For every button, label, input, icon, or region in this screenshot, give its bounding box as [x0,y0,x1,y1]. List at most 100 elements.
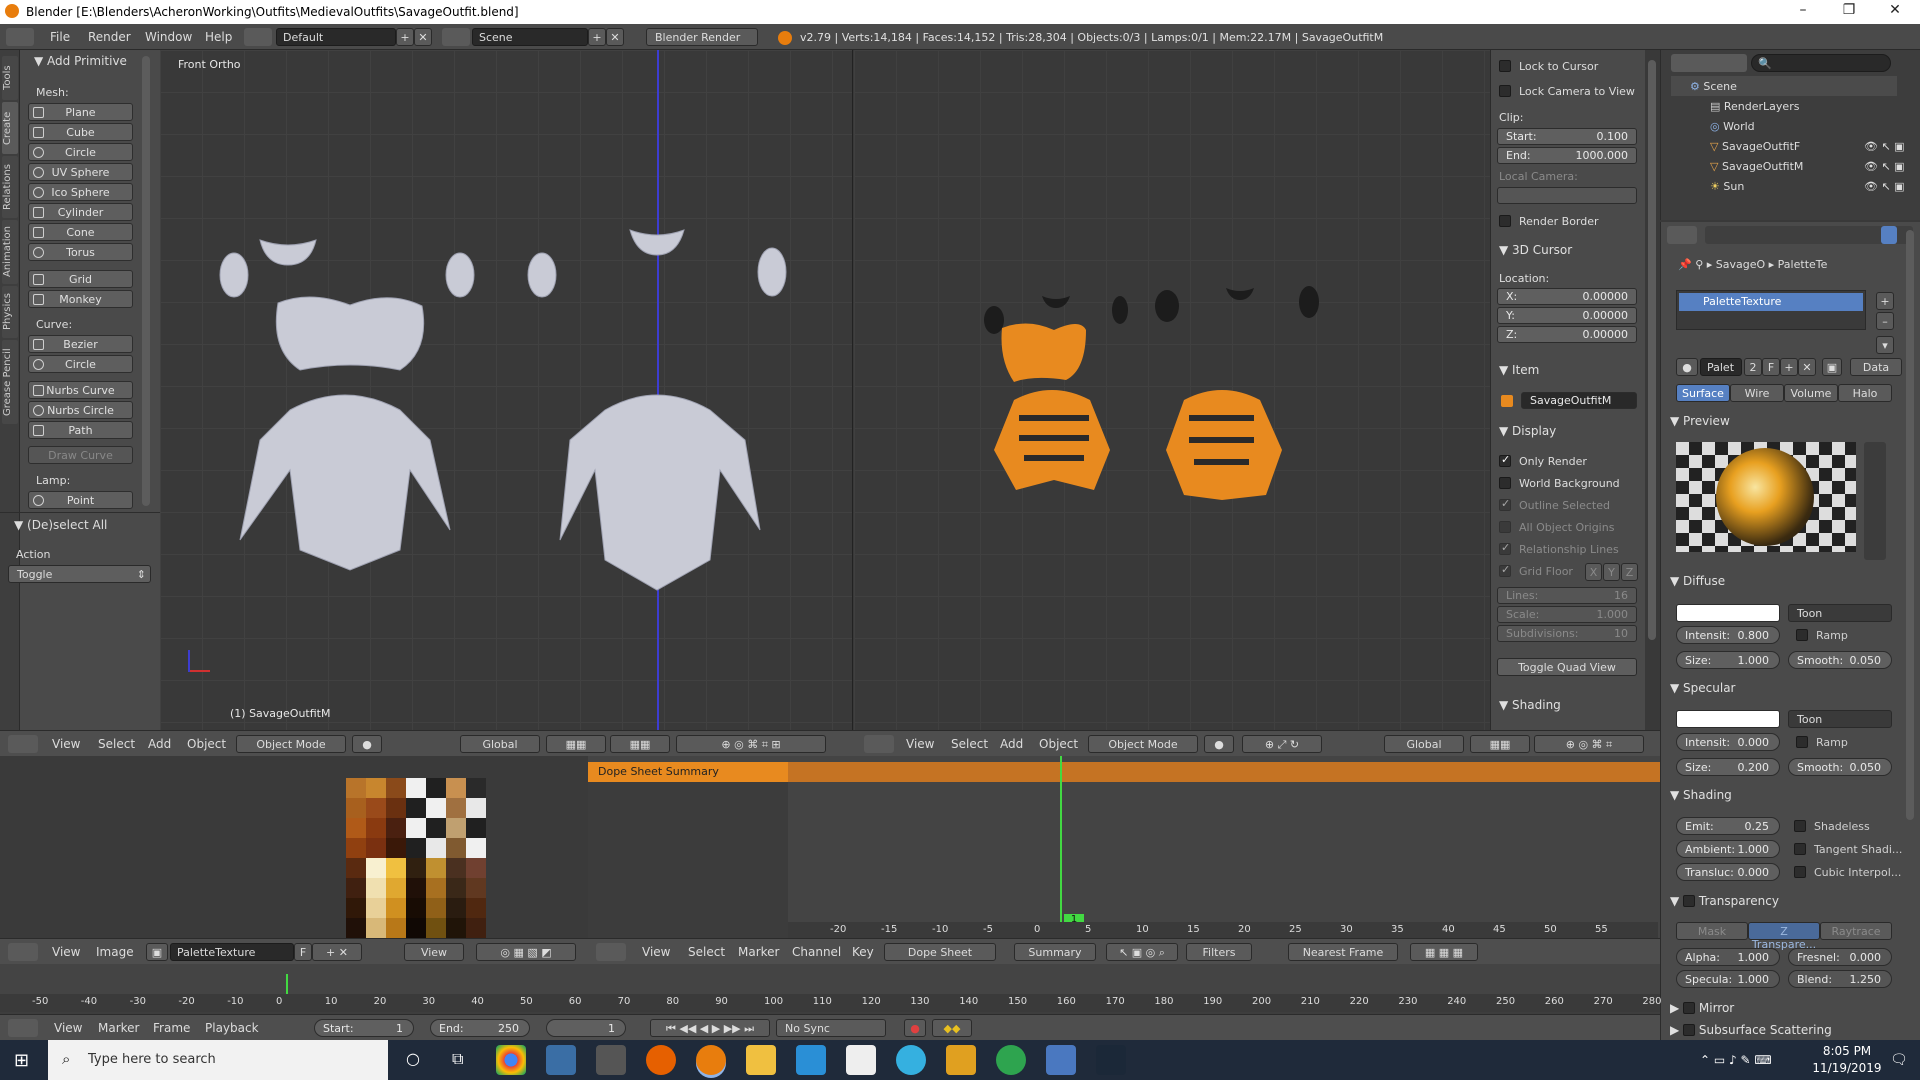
toggle-quad-view-button[interactable]: Toggle Quad View [1497,658,1637,676]
diffuse-shader-dropdown[interactable]: Toon [1788,604,1892,622]
shading-panel-title-2[interactable]: ▼ Shading [1670,788,1732,802]
clock-date[interactable]: 11/19/2019 [1812,1061,1882,1075]
snap-tools[interactable]: ⊕ ◎ ⌘ ⌗ ⊞ [676,735,826,753]
viewport-shading-button[interactable]: ● [352,735,382,753]
transparency-ztransp-button[interactable]: Z Transpare... [1748,922,1820,951]
local-camera-field[interactable] [1497,187,1637,204]
cursor-y-field[interactable]: Y: 0.00000 [1497,307,1637,324]
dope-sheet[interactable]: Dope Sheet Summary 1 -20 -15 -10 -5 0 5 10 15 20… [588,756,1660,938]
menu-select-2[interactable]: Select [951,737,988,751]
grid-y-toggle[interactable]: Y [1603,563,1620,581]
diffuse-color-swatch[interactable] [1676,604,1780,622]
node-material-icon[interactable]: ▣ [1822,358,1842,376]
tab-tools[interactable]: Tools [2,56,18,100]
editor-type-info-icon[interactable] [6,28,34,46]
tab-grease-pencil[interactable]: Grease Pencil [2,340,18,424]
remove-scene-button[interactable]: ✕ [606,28,624,46]
steam-icon[interactable] [1096,1045,1126,1075]
timeline-ruler[interactable]: -50 -40 -30 -20 -10 0 10 20 30 40 50 60 70 80 90 100 110… [0,994,1661,1012]
shadeless-checkbox[interactable] [1794,820,1806,832]
menu-marker-tl[interactable]: Marker [98,1021,139,1035]
display-panel-title[interactable]: ▼ Display [1499,424,1556,438]
firefox-icon[interactable] [646,1045,676,1075]
transform-orientation-dropdown[interactable]: Global [460,735,540,753]
chrome-icon[interactable] [496,1045,526,1075]
grid-z-toggle[interactable]: Z [1621,563,1638,581]
material-tab-icon[interactable] [1881,226,1897,244]
file-explorer-icon[interactable] [746,1045,776,1075]
tab-wire[interactable]: Wire [1730,384,1784,402]
cursor-panel-title[interactable]: ▼ 3D Cursor [1499,243,1572,257]
add-point-lamp-button[interactable]: Point [28,491,133,509]
specular-intensity-field[interactable]: Intensit: 0.000 [1676,733,1780,751]
image-browse-icon[interactable]: ▣ [146,943,168,961]
outliner-item-world[interactable]: ◎ World [1710,120,1755,133]
menu-playback-tl[interactable]: Playback [205,1021,259,1035]
image-editor[interactable] [0,756,588,938]
current-frame-line[interactable] [1060,756,1062,924]
add-slot-button[interactable]: + [1876,292,1894,310]
tab-halo[interactable]: Halo [1838,384,1892,402]
visibility-eye-icon[interactable]: 👁 ↖ ▣ [1864,180,1905,193]
tab-physics[interactable]: Physics [2,286,18,338]
layer-buttons-3[interactable]: ▦▦ [1470,735,1530,753]
grid-x-toggle[interactable]: X [1585,563,1602,581]
record-button[interactable]: ● [904,1019,926,1037]
tab-animation[interactable]: Animation [2,220,18,284]
ambient-field[interactable]: Ambient: 1.000 [1676,840,1780,858]
material-slot-item[interactable]: PaletteTexture [1679,293,1863,311]
material-slots-list[interactable]: PaletteTexture [1676,290,1866,330]
preview-type-buttons[interactable] [1864,442,1886,560]
mirror-panel-title[interactable]: ▶ Mirror [1670,1000,1734,1015]
editor-type-timeline-icon[interactable] [8,1019,38,1037]
viewport-front-ortho[interactable]: Front Ortho (1) SavageOutfitM [160,50,853,730]
image-view-dropdown[interactable]: View [404,943,464,961]
playback-controls[interactable]: ⏮ ◀◀ ◀ ▶ ▶▶ ⏭ [650,1019,770,1037]
cursor-z-field[interactable]: Z: 0.00000 [1497,326,1637,343]
menu-object[interactable]: Object [187,737,226,751]
outliner-display-mode-dropdown[interactable] [1671,54,1747,72]
menu-view[interactable]: View [52,737,80,751]
scene-field[interactable]: Scene [472,28,588,46]
menu-select-ds[interactable]: Select [688,945,725,959]
outliner-item-savageoutfitm[interactable]: ▽ SavageOutfitM [1710,160,1803,173]
fresnel-field[interactable]: Fresnel: 0.000 [1788,948,1892,966]
lock-cursor-checkbox[interactable] [1499,60,1511,72]
maximize-button[interactable]: ❐ [1826,2,1872,18]
add-circle-button[interactable]: Circle [28,143,133,161]
image-fake-user-button[interactable]: F [294,943,312,961]
app-icon[interactable] [596,1045,626,1075]
app-icon-orange[interactable] [946,1045,976,1075]
outliner-item-savageoutfitf[interactable]: ▽ SavageOutfitF [1710,140,1800,153]
properties-scrollbar[interactable] [1906,230,1914,820]
menu-add[interactable]: Add [148,737,171,751]
image-name-field[interactable]: PaletteTexture [170,943,294,961]
add-curve-circle-button[interactable]: Circle [28,355,133,373]
emit-field[interactable]: Emit: 0.25 [1676,817,1780,835]
notifications-icon[interactable]: 🗨 [1890,1052,1908,1068]
tab-create[interactable]: Create [2,102,18,154]
pivot-manipulator-buttons[interactable]: ⊕ ⤢ ↻ [1242,735,1322,753]
specular-size-field[interactable]: Size: 0.200 [1676,758,1780,776]
shading-panel-title[interactable]: ▼ Shading [1499,698,1561,712]
add-uv-sphere-button[interactable]: UV Sphere [28,163,133,181]
screen-layout-icon[interactable] [244,28,272,46]
lock-camera-checkbox[interactable] [1499,85,1511,97]
diffuse-ramp-checkbox[interactable] [1796,629,1808,641]
ds-filter-icons[interactable]: ↖ ▣ ◎ ⌕ [1106,943,1178,961]
end-frame-field[interactable]: End: 250 [430,1019,530,1037]
tool-shelf-scrollbar[interactable] [142,56,150,506]
specular-color-swatch[interactable] [1676,710,1780,728]
dope-sheet-summary-channel[interactable]: Dope Sheet Summary [588,762,788,782]
add-path-button[interactable]: Path [28,421,133,439]
current-frame-field[interactable]: 1 [546,1019,626,1037]
menu-select[interactable]: Select [98,737,135,751]
menu-object-2[interactable]: Object [1039,737,1078,751]
specular-alpha-field[interactable]: Specula: 1.000 [1676,970,1780,988]
tangent-shading-checkbox[interactable] [1794,843,1806,855]
specular-shader-dropdown[interactable]: Toon [1788,710,1892,728]
outliner-item-renderlayers[interactable]: ▤ RenderLayers [1710,100,1799,113]
diffuse-size-field[interactable]: Size: 1.000 [1676,651,1780,669]
calculator-icon[interactable] [846,1045,876,1075]
outliner-item-scene[interactable]: ⚙ Scene [1690,80,1737,93]
